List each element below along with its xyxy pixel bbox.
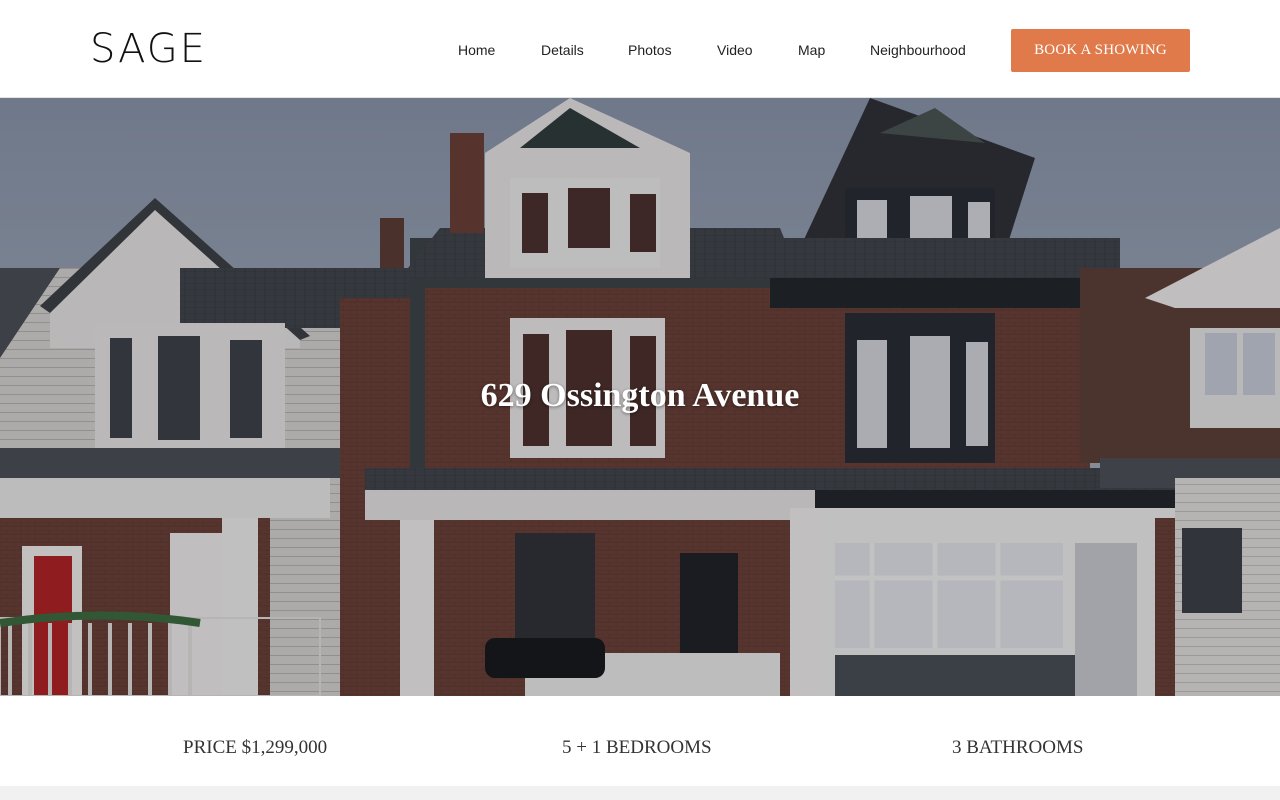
book-showing-button[interactable]: BOOK A SHOWING <box>1011 29 1190 72</box>
nav-item-map[interactable]: Map <box>798 40 825 60</box>
nav-item-details[interactable]: Details <box>541 40 584 60</box>
stat-bedrooms: 5 + 1 BEDROOMS <box>562 737 712 758</box>
hero-banner: 629 Ossington Avenue <box>0 98 1280 696</box>
nav-item-photos[interactable]: Photos <box>628 40 672 60</box>
nav-item-neighbourhood[interactable]: Neighbourhood <box>870 40 966 60</box>
main-nav: Home Details Photos Video Map Neighbourh… <box>0 40 1000 60</box>
property-stats: PRICE $1,299,000 5 + 1 BEDROOMS 3 BATHRO… <box>0 696 1280 786</box>
nav-item-home[interactable]: Home <box>458 40 495 60</box>
stat-bathrooms: 3 BATHROOMS <box>952 737 1084 758</box>
section-divider-strip <box>0 786 1280 800</box>
stat-price: PRICE $1,299,000 <box>183 737 328 758</box>
property-address-title: 629 Ossington Avenue <box>480 377 800 414</box>
site-header: SAGE Home Details Photos Video Map Neigh… <box>0 0 1280 98</box>
nav-item-video[interactable]: Video <box>717 40 753 60</box>
